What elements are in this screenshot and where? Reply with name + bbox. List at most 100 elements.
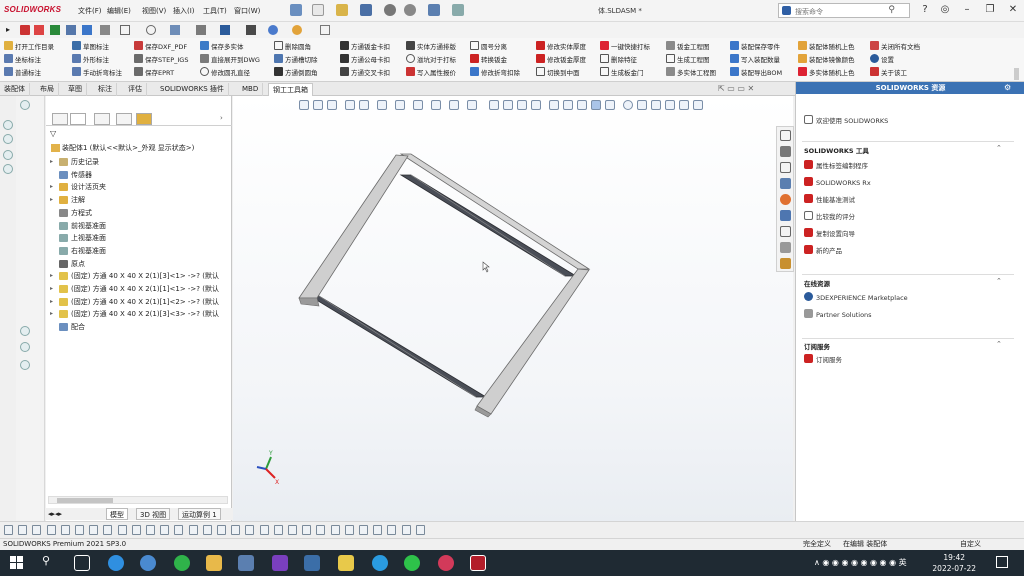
task-view-icon[interactable] [74,555,90,571]
tp-tool-3[interactable]: 比较我的评分 [804,211,855,221]
minimize-button[interactable]: – [960,4,974,16]
tree-horizontal-scrollbar[interactable] [48,496,228,504]
cmd-export-bom[interactable]: 装配导出BOM [730,67,782,79]
sketch-tool-icon[interactable] [387,525,397,535]
graphics-area[interactable]: Y X [233,96,793,521]
music-icon[interactable] [438,555,454,571]
tab-mbd[interactable]: MBD [238,83,264,96]
settings-icon[interactable] [196,25,206,35]
expand-arrow-icon[interactable]: ▸ [50,194,53,206]
tab-motion-study[interactable]: 运动算例 1 [178,508,221,520]
cmd-tube-fillet[interactable]: 方通倒圆角 [274,67,318,79]
feature-tree-tab-icon[interactable] [52,113,68,125]
chat-icon[interactable] [372,555,388,571]
cmd-delete-fillet[interactable]: 删除圆角 [274,41,311,53]
cmd-outline-dim[interactable]: 外形标注 [72,54,109,66]
wechat-icon[interactable] [404,555,420,571]
config-tab-icon[interactable] [94,113,110,125]
dimxpert-tab-icon[interactable] [116,113,132,125]
color-icon[interactable] [292,25,302,35]
solidworks-taskbar-icon[interactable] [470,555,486,571]
undo-icon[interactable] [428,4,440,16]
collapse-chevron-icon[interactable]: ⌃ [996,144,1002,152]
sketch-tool-icon[interactable] [202,525,212,535]
cmd-asm-mirror-color[interactable]: 装配体镜像颜色 [798,54,855,66]
orient-icon[interactable] [20,360,30,370]
tube-top-face[interactable] [399,153,591,270]
customize-icon[interactable] [100,25,110,35]
tp-tool-0[interactable]: 属性标签编制程序 [804,160,868,170]
sketch-tool-icon[interactable] [245,525,255,535]
cmd-close-all[interactable]: 关闭所有文档 [870,41,920,53]
sketch-tool-icon[interactable] [273,525,283,535]
custom-props-icon[interactable] [780,210,791,221]
sketch-tool-icon[interactable] [359,525,368,535]
options-gear-icon[interactable] [404,4,416,16]
search-box[interactable]: 搜索命令 ⚲ [778,3,910,18]
user-icon[interactable]: ◎ [938,4,952,16]
cmd-asm-save-parts[interactable]: 装配保存零件 [730,41,780,53]
cmd-manual-bend-dim[interactable]: 手动折弯标注 [72,67,122,79]
tools-icon[interactable] [780,242,791,253]
tab-steel-toolbox[interactable]: 钢工工具箱 [268,83,313,96]
sketch-tool-icon[interactable] [75,525,84,535]
taskbar-clock[interactable]: 19:42 2022-07-22 [932,552,976,574]
lock-icon[interactable] [246,25,256,35]
tp-tool-1[interactable]: SOLIDWORKS Rx [804,177,871,187]
sketch-tool-icon[interactable] [288,525,297,535]
calculator-icon[interactable] [238,555,254,571]
cmd-tube-slot-cut[interactable]: 方通槽切除 [274,54,318,66]
sketch-tool-icon[interactable] [231,525,241,535]
sketch-tool-icon[interactable] [174,525,184,535]
new-document-icon[interactable] [312,4,324,16]
sketch-tool-icon[interactable] [344,525,354,535]
expand-arrow-icon[interactable]: ▸ [50,308,53,320]
sketch-tool-icon[interactable] [46,525,56,535]
sketch-tool-icon[interactable] [316,525,326,535]
tube-right[interactable] [476,268,590,415]
app-green-icon[interactable] [174,555,190,571]
tab-addins[interactable]: SOLIDWORKS 插件 [156,83,229,96]
cmd-delete-feature[interactable]: 删除特征 [600,54,637,66]
collapse-chevron-icon[interactable]: ⌃ [996,340,1002,348]
cmd-sheet-drawing[interactable]: 钣金工程图 [666,41,710,53]
pane-options-icon[interactable]: ⚙ [1004,83,1011,92]
sketch-tool-icon[interactable] [302,525,312,535]
tp-welcome[interactable]: 欢迎使用 SOLIDWORKS [804,115,888,125]
file-explorer-icon[interactable] [780,162,791,173]
tab-layout[interactable]: 布局 [36,83,59,96]
display-tab-icon[interactable] [136,113,152,125]
stop-icon[interactable] [20,25,30,35]
globe-icon[interactable] [268,25,278,35]
cmd-open-workdir[interactable]: 打开工作目录 [4,41,54,53]
cmd-change-sheet-thickness[interactable]: 修改钣金厚度 [536,54,586,66]
cmd-save-multibody[interactable]: 保存多实体 [200,41,244,53]
close-button[interactable]: ✕ [1006,4,1020,16]
insert-component-icon[interactable] [120,25,130,35]
menu-insert[interactable]: 插入(I) [173,6,195,16]
tp-tool-5[interactable]: 新的产品 [804,245,842,255]
cmd-write-asm-qty[interactable]: 写入装配数量 [730,54,780,66]
panel-icons[interactable]: ⇱ ▭ ▭ ✕ [718,84,754,93]
view-palette-icon[interactable] [780,178,791,189]
filter-icon[interactable]: ▽ [50,129,56,138]
notification-icon[interactable] [996,556,1008,568]
print-icon[interactable] [384,4,396,16]
search-input[interactable]: 搜索命令 [795,7,823,17]
cmd-scrollbar[interactable] [1014,68,1019,80]
cmd-coordinate-dim[interactable]: 坐标标注 [4,54,41,66]
collapse-chevron-icon[interactable]: ⌃ [996,277,1002,285]
appearances-icon[interactable] [780,194,791,205]
cmd-normal-dim[interactable]: 普通标注 [4,67,41,79]
visual-studio-icon[interactable] [272,555,288,571]
new-macro-icon[interactable] [82,25,92,35]
measure-icon[interactable] [20,342,30,352]
menu-tools[interactable]: 工具(T) [203,6,227,16]
cmd-circle-separate[interactable]: 圆号分离 [470,41,507,53]
cmd-pit-marking[interactable]: 滋坑对于打标 [406,54,456,66]
tp-tool-4[interactable]: 复制设置向导 [804,228,855,238]
mate-icon[interactable] [3,150,13,160]
menu-file[interactable]: 文件(F) [78,6,102,16]
help-icon[interactable]: ? [918,4,932,16]
tp-subscription[interactable]: 订阅服务 [804,354,842,364]
